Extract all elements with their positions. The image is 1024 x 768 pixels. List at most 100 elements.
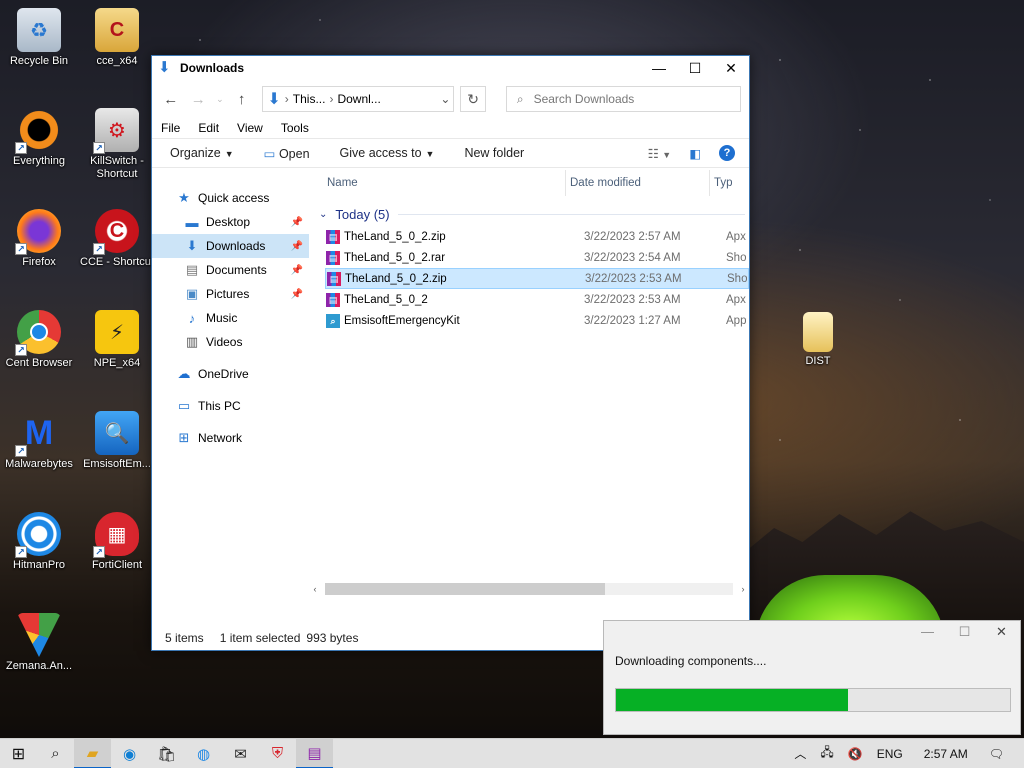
column-name[interactable]: Name: [309, 170, 566, 196]
nav-desktop[interactable]: ▬ Desktop 📌: [152, 210, 309, 234]
minimize-button[interactable]: —: [641, 56, 677, 80]
group-header-today[interactable]: ⌄ Today (5): [309, 202, 749, 226]
language-indicator[interactable]: ENG: [870, 747, 910, 761]
refresh-button[interactable]: ↻: [460, 86, 486, 112]
desktop-icon-firefox[interactable]: ↗ Firefox: [0, 209, 78, 269]
recent-locations-button[interactable]: ⌄: [215, 88, 225, 110]
file-row-selected[interactable]: ▤ TheLand_5_0_2.zip 3/22/2023 2:53 AM Sho: [325, 268, 749, 289]
column-type[interactable]: Typ: [710, 170, 733, 196]
maximize-button[interactable]: ☐: [946, 621, 983, 643]
winrar-archive-icon: ▤: [326, 229, 340, 244]
desktop-icon-cce-x64[interactable]: C cce_x64: [78, 8, 156, 68]
address-bar[interactable]: ⬇ › This... › Downl... ⌄: [262, 86, 455, 112]
menu-view[interactable]: View: [237, 121, 263, 135]
preview-pane-button[interactable]: ◧: [689, 146, 701, 161]
desktop-icon-hitmanpro[interactable]: ↗ HitmanPro: [0, 512, 78, 572]
file-explorer-taskbar-icon[interactable]: ▰: [74, 738, 111, 768]
minimize-button[interactable]: —: [909, 621, 946, 643]
file-type: App: [726, 314, 746, 327]
desktop-icon-recycle-bin[interactable]: ♻ Recycle Bin: [0, 8, 78, 68]
search-box[interactable]: ⌕ Search Downloads: [505, 86, 741, 112]
forward-button[interactable]: →: [188, 88, 210, 110]
desktop-icon-malwarebytes[interactable]: M ↗ Malwarebytes: [0, 411, 78, 471]
file-row[interactable]: ▤ TheLand_5_0_2.zip 3/22/2023 2:57 AM Apx: [326, 226, 749, 247]
nav-this-pc[interactable]: ▭ This PC: [152, 394, 309, 418]
edge-taskbar-icon[interactable]: ◉: [111, 739, 148, 768]
new-folder-button[interactable]: New folder: [464, 146, 524, 160]
chevron-down-icon[interactable]: ⌄: [437, 92, 453, 106]
download-progress-bar: [615, 688, 1011, 712]
nav-network[interactable]: ⊞ Network: [152, 426, 309, 450]
maximize-button[interactable]: ☐: [677, 56, 713, 80]
desktop-icon-label: EmsisoftEm...: [83, 458, 151, 470]
breadcrumb-downloads[interactable]: Downl...: [337, 92, 380, 106]
winrar-archive-icon: ▤: [327, 271, 341, 286]
item-count: 5 items: [165, 631, 204, 645]
explorer-window[interactable]: ⬇ Downloads — ☐ ✕ ← → ⌄ ↑ ⬇ › This... › …: [151, 55, 750, 651]
scroll-left-icon[interactable]: ‹: [309, 584, 321, 594]
desktop-icon-zemana[interactable]: Zemana.An...: [0, 613, 78, 673]
file-row[interactable]: ⌕ EmsisoftEmergencyKit 3/22/2023 1:27 AM …: [326, 310, 749, 331]
column-date-modified[interactable]: Date modified: [566, 170, 710, 196]
close-button[interactable]: ✕: [983, 621, 1020, 643]
store-taskbar-icon[interactable]: 🛍: [148, 739, 185, 768]
file-row[interactable]: ▤ TheLand_5_0_2 3/22/2023 2:53 AM Apx: [326, 289, 749, 310]
up-button[interactable]: ↑: [231, 88, 253, 110]
horizontal-scrollbar[interactable]: ‹ ›: [309, 582, 749, 596]
download-dialog[interactable]: — ☐ ✕ Downloading components....: [603, 620, 1021, 735]
column-headers: Name Date modified Typ: [309, 170, 749, 196]
open-button[interactable]: ▭ Open: [264, 146, 310, 161]
desktop-icon-killswitch[interactable]: ⚙ ↗ KillSwitch - Shortcut: [78, 108, 156, 181]
nav-downloads[interactable]: ⬇ Downloads 📌: [152, 234, 309, 258]
menu-file[interactable]: File: [161, 121, 180, 135]
desktop-icon-dist[interactable]: DIST: [779, 312, 857, 368]
network-icon[interactable]: 🖧: [813, 743, 840, 764]
change-view-button[interactable]: ☷ ▼: [648, 146, 672, 161]
search-icon: ⌕: [516, 91, 524, 106]
nav-quick-access[interactable]: ★ Quick access: [152, 186, 309, 210]
help-icon[interactable]: ?: [719, 145, 735, 161]
desktop-icon-cent-browser[interactable]: ↗ Cent Browser: [0, 310, 78, 370]
close-button[interactable]: ✕: [713, 56, 749, 80]
command-bar: Organize ▼ ▭ Open Give access to ▼ New fol…: [152, 138, 749, 168]
desktop-icon-cce-shortcut[interactable]: C ↗ CCE - Shortcut: [78, 209, 156, 269]
winrar-archive-icon: ▤: [326, 292, 340, 307]
title-bar[interactable]: ⬇ Downloads — ☐ ✕: [152, 56, 749, 80]
breadcrumb-this-pc[interactable]: This...: [293, 92, 326, 106]
search-icon[interactable]: ⌕: [37, 739, 74, 768]
winrar-taskbar-icon[interactable]: ▤: [296, 738, 333, 768]
volume-muted-icon[interactable]: 🔇: [841, 747, 870, 761]
nav-documents[interactable]: ▤ Documents 📌: [152, 258, 309, 282]
desktop-icon-forticlient[interactable]: ▦ ↗ FortiClient: [78, 512, 156, 572]
desktop-icon-label: Firefox: [22, 256, 56, 268]
start-button[interactable]: ⊞: [0, 739, 37, 768]
nav-pictures[interactable]: ▣ Pictures 📌: [152, 282, 309, 306]
back-button[interactable]: ←: [160, 88, 182, 110]
menu-edit[interactable]: Edit: [198, 121, 219, 135]
scroll-right-icon[interactable]: ›: [737, 584, 749, 594]
file-date: 3/22/2023 1:27 AM: [584, 314, 681, 327]
desktop-icon-everything[interactable]: ↗ Everything: [0, 108, 78, 168]
nav-music[interactable]: ♪ Music: [152, 306, 309, 330]
notifications-icon[interactable]: 🗨: [982, 747, 1024, 761]
file-row[interactable]: ▤ TheLand_5_0_2.rar 3/22/2023 2:54 AM Sho: [326, 247, 749, 268]
nav-onedrive[interactable]: ☁ OneDrive: [152, 362, 309, 386]
nav-videos[interactable]: ▥ Videos: [152, 330, 309, 354]
dialog-title-bar[interactable]: — ☐ ✕: [604, 621, 1020, 643]
file-name: TheLand_5_0_2.zip: [345, 272, 447, 285]
give-access-button[interactable]: Give access to ▼: [340, 146, 435, 160]
file-list-pane: Name Date modified Typ ⌄ Today (5) ▤ TheL…: [309, 170, 749, 626]
menu-tools[interactable]: Tools: [281, 121, 309, 135]
selected-count: 1 item selected: [219, 631, 301, 645]
show-hidden-icons-icon[interactable]: ︿: [787, 745, 813, 762]
forticlient-taskbar-icon[interactable]: ⛨: [259, 739, 296, 768]
clock[interactable]: 2:57 AM: [910, 747, 982, 761]
desktop-icon-emsisoft[interactable]: 🔍 EmsisoftEm...: [78, 411, 156, 471]
desktop-icon-npe-x64[interactable]: ⚡ NPE_x64: [78, 310, 156, 370]
open-label: Open: [278, 146, 310, 161]
malwarebytes-icon: M ↗: [15, 411, 61, 457]
scrollbar-thumb[interactable]: [325, 583, 605, 595]
mail-taskbar-icon[interactable]: ✉: [222, 739, 259, 768]
organize-button[interactable]: Organize ▼: [170, 146, 234, 160]
cent-browser-taskbar-icon[interactable]: ◍: [185, 739, 222, 768]
